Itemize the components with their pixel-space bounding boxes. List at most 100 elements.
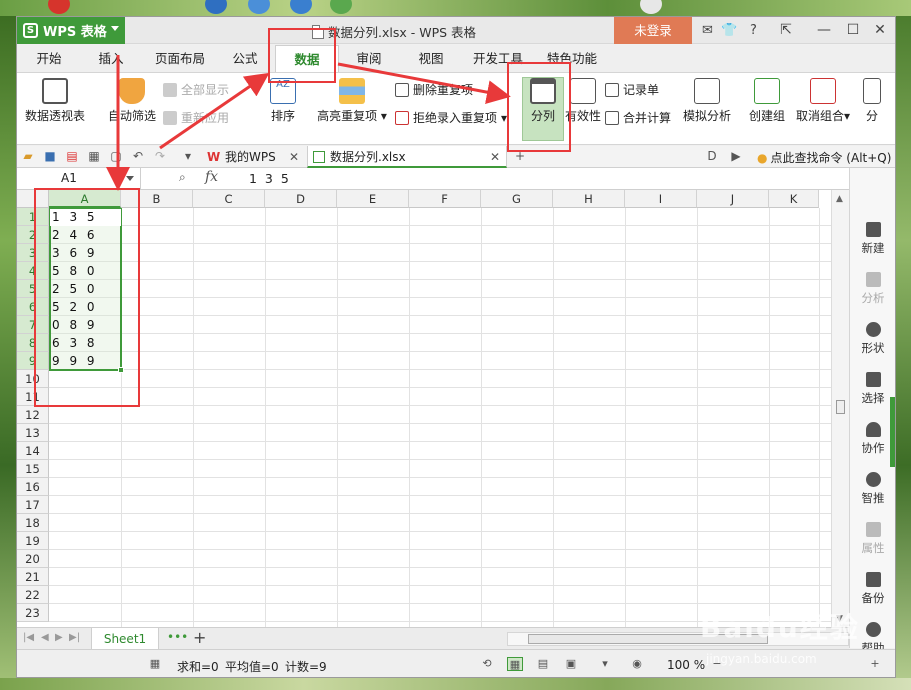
sidebar-item-backup[interactable]: 备份 (850, 572, 895, 606)
layout-view-icon[interactable]: ▣ (563, 657, 579, 671)
tab-formula[interactable]: 公式 (223, 45, 267, 72)
gridline (49, 369, 831, 370)
wps-app-menu-button[interactable]: S WPS 表格 (17, 17, 125, 44)
column-header-k[interactable]: K (769, 190, 819, 208)
tab-insert[interactable]: 插入 (87, 45, 135, 72)
vertical-scrollbar[interactable]: ▲ ▼ (831, 190, 849, 627)
create-group-button[interactable]: 创建组 (747, 78, 787, 124)
column-header-c[interactable]: C (193, 190, 265, 208)
column-header-j[interactable]: J (697, 190, 769, 208)
doc-tab-file[interactable]: 数据分列.xlsx ✕ (307, 146, 507, 168)
row-header-15[interactable]: 15 (17, 460, 49, 478)
eye-protect-icon[interactable]: ◉ (629, 657, 645, 671)
row-header-23[interactable]: 23 (17, 604, 49, 622)
reapply-button[interactable]: 重新应用 (163, 109, 229, 126)
row-header-19[interactable]: 19 (17, 532, 49, 550)
column-header-h[interactable]: H (553, 190, 625, 208)
close-icon[interactable]: ✕ (490, 146, 500, 168)
row-header-18[interactable]: 18 (17, 514, 49, 532)
row-header-17[interactable]: 17 (17, 496, 49, 514)
help-icon[interactable]: ? (745, 22, 762, 39)
scroll-thumb[interactable] (836, 400, 845, 414)
desktop-app-icon (290, 0, 312, 14)
print-preview-icon[interactable]: ▢ (109, 149, 123, 163)
maximize-button[interactable]: ☐ (842, 21, 864, 40)
row-header-13[interactable]: 13 (17, 424, 49, 442)
export-pdf-icon[interactable]: ▤ (65, 149, 79, 163)
restore-layout-icon[interactable]: ⇱ (775, 21, 797, 40)
show-all-button[interactable]: 全部显示 (163, 81, 229, 98)
reject-duplicates-button[interactable]: 拒绝录入重复项 ▾ (395, 109, 507, 126)
wps-logo-icon: S (23, 23, 38, 38)
column-header-d[interactable]: D (265, 190, 337, 208)
gridline (49, 513, 831, 514)
pivot-table-button[interactable]: 数据透视表 (23, 78, 87, 124)
delete-duplicates-button[interactable]: 删除重复项 (395, 81, 473, 98)
lyrics-d-icon[interactable]: D (705, 149, 719, 163)
row-header-21[interactable]: 21 (17, 568, 49, 586)
skin-shirt-icon[interactable]: 👕 (721, 22, 738, 39)
prev-sheet-icon[interactable]: ◀ (41, 632, 49, 643)
customize-toolbar-icon[interactable]: ▾ (181, 149, 195, 163)
formula-input[interactable]: 1 3 5 (249, 171, 291, 186)
reading-mode-icon[interactable]: ▾ (597, 657, 613, 671)
row-header-20[interactable]: 20 (17, 550, 49, 568)
zoom-search-icon[interactable]: ⌕ (179, 170, 186, 185)
find-command-box[interactable]: ● 点此查找命令 (Alt+Q) (757, 149, 891, 166)
history-icon[interactable]: ⟲ (479, 657, 495, 671)
record-form-button[interactable]: 记录单 (605, 81, 659, 98)
tab-page-layout[interactable]: 页面布局 (145, 45, 215, 72)
column-header-e[interactable]: E (337, 190, 409, 208)
close-button[interactable]: ✕ (869, 21, 891, 40)
last-sheet-icon[interactable]: ▶| (69, 632, 80, 643)
ungroup-button[interactable]: 取消组合▾ (795, 78, 851, 124)
zoom-level[interactable]: 100 % (667, 658, 705, 672)
close-icon[interactable]: ✕ (289, 146, 299, 168)
sidebar-item-properties[interactable]: 属性 (850, 522, 895, 556)
name-box[interactable]: A1 (17, 168, 141, 189)
tab-review[interactable]: 审阅 (347, 45, 391, 72)
autofilter-button[interactable]: 自动筛选 (105, 78, 159, 124)
open-folder-icon[interactable]: ▰ (21, 149, 35, 163)
column-header-f[interactable]: F (409, 190, 481, 208)
row-header-16[interactable]: 16 (17, 478, 49, 496)
mail-icon[interactable]: ✉ (699, 22, 716, 39)
more-sheets-icon[interactable]: ••• (167, 630, 188, 644)
sidebar-item-shape[interactable]: 形状 (850, 322, 895, 356)
first-sheet-icon[interactable]: |◀ (23, 632, 34, 643)
page-break-view-icon[interactable]: ▤ (535, 657, 551, 671)
fx-icon[interactable]: fx (205, 169, 218, 185)
sidebar-collapse-handle[interactable] (890, 397, 895, 467)
next-sheet-icon[interactable]: ▶ (55, 632, 63, 643)
minimize-button[interactable]: — (813, 21, 835, 40)
tab-view[interactable]: 视图 (409, 45, 453, 72)
column-header-g[interactable]: G (481, 190, 553, 208)
doc-tab-mywps[interactable]: W 我的WPS ✕ (203, 146, 305, 168)
print-icon[interactable]: ▦ (87, 149, 101, 163)
subtotal-button[interactable]: 分 (861, 78, 883, 124)
flag-icon[interactable]: ▶ (729, 149, 743, 163)
what-if-analysis-button[interactable]: 模拟分析 (681, 78, 733, 124)
sidebar-item-smart-push[interactable]: 智推 (850, 472, 895, 506)
undo-icon[interactable]: ↶ (131, 149, 145, 163)
column-header-i[interactable]: I (625, 190, 697, 208)
validity-icon (570, 78, 596, 104)
save-icon[interactable]: ■ (43, 149, 57, 163)
sheet-tab-sheet1[interactable]: Sheet1 (91, 628, 159, 650)
highlight-duplicates-button[interactable]: 高亮重复项 ▾ (315, 78, 389, 124)
sidebar-item-analysis[interactable]: 分析 (850, 272, 895, 306)
row-header-22[interactable]: 22 (17, 586, 49, 604)
row-header-12[interactable]: 12 (17, 406, 49, 424)
normal-view-icon[interactable]: ▦ (507, 657, 523, 671)
zoom-in-icon[interactable]: + (867, 657, 883, 671)
redo-icon[interactable]: ↷ (153, 149, 167, 163)
cell-info-icon[interactable]: ▦ (147, 657, 163, 671)
add-sheet-icon[interactable]: + (193, 628, 206, 647)
scroll-up-icon[interactable]: ▲ (836, 194, 843, 204)
consolidate-button[interactable]: 合并计算 (605, 109, 671, 126)
row-header-14[interactable]: 14 (17, 442, 49, 460)
sort-button[interactable]: AZ 排序 (265, 78, 301, 124)
tab-start[interactable]: 开始 (25, 45, 73, 72)
login-button[interactable]: 未登录 (614, 17, 692, 44)
sidebar-item-new[interactable]: 新建 (850, 222, 895, 256)
